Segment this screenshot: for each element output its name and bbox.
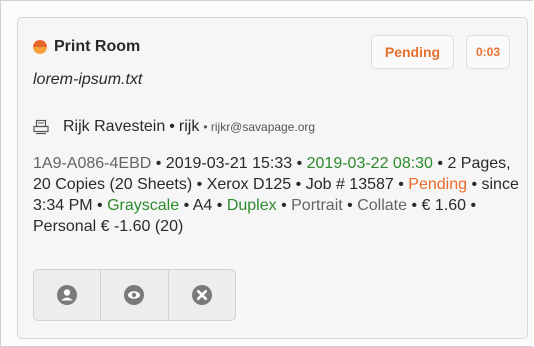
user-info: Rijk Ravestein • rijk • rijkr@savapage.o… (33, 118, 315, 136)
printer-name: Xerox D125 (206, 176, 292, 193)
job-panel: Print Room Pending 0:03 lorem-ipsum.txt … (0, 0, 533, 347)
separator: • (169, 118, 175, 135)
document-name: lorem-ipsum.txt (33, 71, 143, 88)
user-email: • rijkr@savapage.org (203, 120, 315, 134)
elapsed-time-badge: 0:03 (466, 35, 510, 69)
user-id: rijk (178, 118, 200, 135)
close-circle-icon (191, 285, 212, 305)
submitted-time: 2019-03-21 15:33 (165, 155, 293, 172)
duplex-mode: Duplex (226, 197, 277, 214)
user-button[interactable] (34, 270, 102, 320)
print-job-card: Print Room Pending 0:03 lorem-ipsum.txt … (17, 17, 528, 339)
status-badge: Pending (371, 35, 454, 69)
job-id: 1A9-A086-4EBD (33, 155, 152, 172)
job-number: Job # 13587 (305, 176, 394, 193)
orientation: Portrait (291, 197, 343, 214)
printer-icon (33, 119, 49, 135)
job-action-buttons (33, 269, 236, 321)
queue-name: Print Room (54, 38, 141, 55)
expiry-time: 2019-03-22 08:30 (306, 155, 433, 172)
preview-button[interactable] (101, 270, 169, 320)
job-details: 1A9-A086-4EBD • 2019-03-21 15:33 • 2019-… (33, 155, 519, 235)
user-full-name: Rijk Ravestein (63, 118, 166, 135)
color-mode: Grayscale (107, 197, 180, 214)
job-cost: € 1.60 (421, 197, 466, 214)
queue-header: Print Room (33, 38, 140, 56)
user-email-text: rijkr@savapage.org (210, 120, 316, 134)
eye-icon (124, 285, 145, 305)
user-icon (57, 285, 78, 305)
account-charge: Personal € -1.60 (20) (33, 218, 184, 235)
queue-status-dot-icon (33, 40, 47, 54)
separator: • (203, 120, 208, 134)
paper-size: A4 (192, 197, 213, 214)
job-status: Pending (408, 176, 467, 193)
cancel-job-button[interactable] (169, 270, 235, 320)
collate: Collate (357, 197, 408, 214)
